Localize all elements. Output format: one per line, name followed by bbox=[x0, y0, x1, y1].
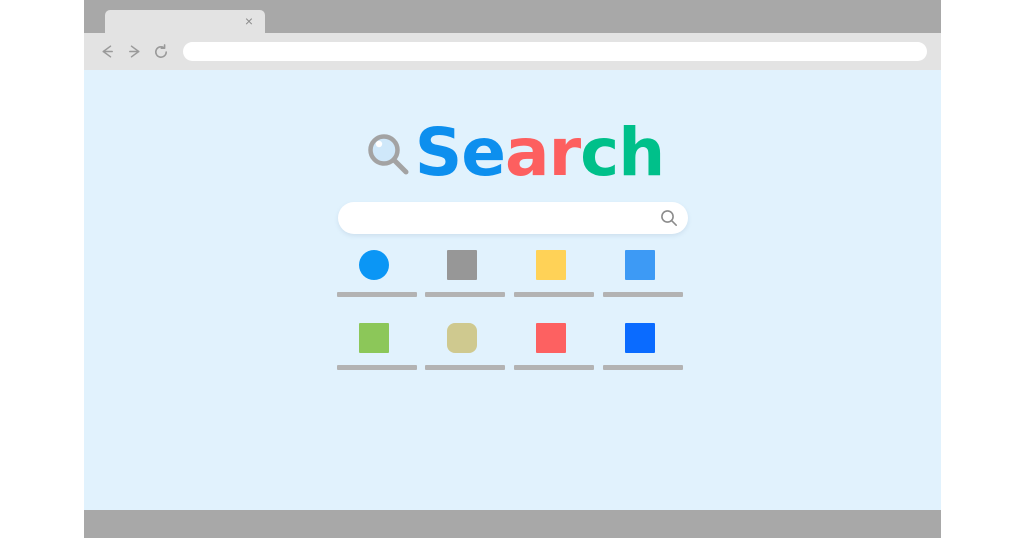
browser-toolbar bbox=[84, 33, 941, 70]
page-content: Search bbox=[84, 70, 941, 510]
search-icon[interactable] bbox=[656, 205, 682, 231]
result-label-bar bbox=[602, 365, 683, 370]
result-label-bar bbox=[425, 292, 506, 297]
result-thumbnail[interactable] bbox=[536, 323, 566, 353]
result-item[interactable] bbox=[514, 250, 600, 297]
result-label-bar bbox=[602, 292, 683, 297]
result-thumbnail[interactable] bbox=[536, 250, 566, 280]
result-item[interactable] bbox=[602, 323, 689, 370]
result-thumbnail[interactable] bbox=[358, 323, 389, 353]
logo-part-3: ch bbox=[580, 114, 665, 191]
window-bottom-bar bbox=[84, 510, 941, 538]
result-label-bar bbox=[425, 365, 506, 370]
result-thumbnail[interactable] bbox=[624, 250, 655, 280]
site-logo: Search bbox=[84, 120, 941, 186]
result-label-bar bbox=[514, 365, 594, 370]
result-thumbnail[interactable] bbox=[624, 323, 655, 353]
arrow-right-icon[interactable] bbox=[123, 41, 145, 63]
result-item[interactable] bbox=[425, 323, 511, 370]
close-icon[interactable]: × bbox=[242, 14, 256, 28]
url-input[interactable] bbox=[183, 42, 927, 61]
result-item[interactable] bbox=[425, 250, 511, 297]
result-thumbnail[interactable] bbox=[447, 323, 478, 353]
result-item[interactable] bbox=[602, 250, 689, 297]
logo-part-1: Se bbox=[414, 114, 506, 191]
result-label-bar bbox=[514, 292, 594, 297]
reload-icon[interactable] bbox=[150, 41, 172, 63]
result-item[interactable] bbox=[514, 323, 600, 370]
result-item[interactable] bbox=[336, 250, 423, 297]
result-label-bar bbox=[336, 292, 417, 297]
result-label-bar bbox=[336, 365, 417, 370]
tab-strip: × bbox=[84, 0, 941, 38]
result-thumbnail[interactable] bbox=[447, 250, 478, 280]
browser-window: × Search bbox=[84, 0, 941, 538]
result-item[interactable] bbox=[336, 323, 423, 370]
result-thumbnail[interactable] bbox=[358, 250, 389, 280]
logo-part-2: ar bbox=[505, 114, 581, 191]
results-grid bbox=[336, 250, 689, 370]
search-input[interactable] bbox=[355, 201, 656, 235]
magnifier-icon bbox=[361, 127, 413, 179]
logo-text: Search bbox=[415, 120, 666, 186]
search-box[interactable] bbox=[337, 201, 688, 235]
arrow-left-icon[interactable] bbox=[96, 41, 118, 63]
